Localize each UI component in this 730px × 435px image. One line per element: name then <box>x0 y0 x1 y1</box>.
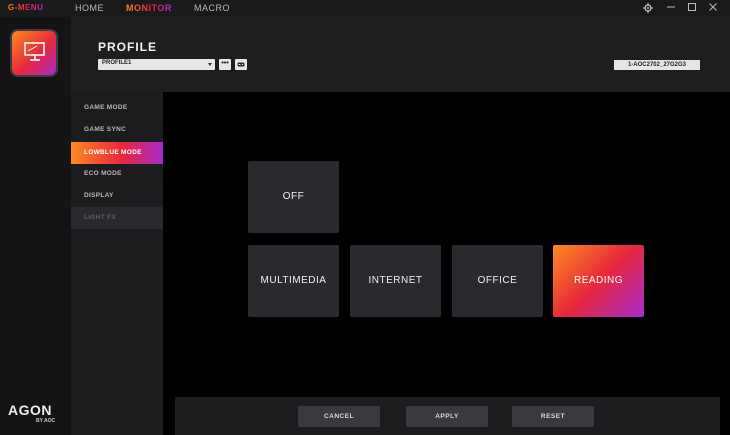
apply-button[interactable]: APPLY <box>406 406 488 427</box>
submenu-lowblue-mode[interactable]: LOWBLUE MODE <box>71 142 163 164</box>
monitor-app-icon[interactable] <box>10 29 58 77</box>
page-title: PROFILE <box>98 40 158 54</box>
gamepad-button[interactable] <box>235 59 247 70</box>
mode-reading-button[interactable]: READING <box>553 245 644 317</box>
maximize-icon[interactable] <box>685 2 699 15</box>
minimize-icon[interactable] <box>664 2 678 15</box>
submenu-game-mode[interactable]: GAME MODE <box>71 97 163 119</box>
nav-monitor[interactable]: MONITOR <box>126 3 172 13</box>
cancel-button[interactable]: CANCEL <box>298 406 380 427</box>
title-bar: G-MENU HOME MONITOR MACRO <box>0 0 730 17</box>
mode-office-button[interactable]: OFFICE <box>452 245 543 317</box>
nav-home[interactable]: HOME <box>75 3 104 13</box>
monitor-id-label: 1-AOC2702_27G2G3 <box>614 60 700 70</box>
more-options-button[interactable]: ••• <box>219 59 231 70</box>
mode-off-button[interactable]: OFF <box>248 161 339 233</box>
mode-panel: OFF MULTIMEDIA INTERNET OFFICE READING <box>163 92 730 435</box>
submenu-display[interactable]: DISPLAY <box>71 185 163 207</box>
monitor-submenu: GAME MODE GAME SYNC LOWBLUE MODE ECO MOD… <box>71 92 163 435</box>
mode-multimedia-button[interactable]: MULTIMEDIA <box>248 245 339 317</box>
chevron-down-icon <box>208 63 212 66</box>
agon-logo: AGON <box>8 402 52 418</box>
submenu-game-sync[interactable]: GAME SYNC <box>71 119 163 141</box>
reset-button[interactable]: RESET <box>512 406 594 427</box>
submenu-eco-mode[interactable]: ECO MODE <box>71 163 163 185</box>
profile-dropdown-value: PROFILE1 <box>102 60 132 66</box>
profile-header <box>71 17 730 92</box>
profile-dropdown[interactable]: PROFILE1 <box>98 59 215 70</box>
mode-internet-button[interactable]: INTERNET <box>350 245 441 317</box>
nav-macro[interactable]: MACRO <box>194 3 230 13</box>
aoc-logo: BY AOC <box>36 418 56 424</box>
left-sidebar <box>0 17 71 435</box>
gamepad-icon <box>237 62 245 67</box>
close-icon[interactable] <box>706 2 720 15</box>
submenu-light-fx: LIGHT FX <box>71 207 163 229</box>
app-brand: G-MENU <box>8 3 44 12</box>
gear-icon[interactable] <box>641 2 655 15</box>
